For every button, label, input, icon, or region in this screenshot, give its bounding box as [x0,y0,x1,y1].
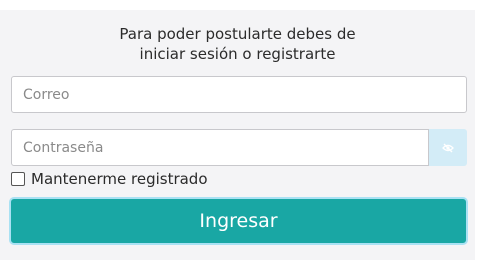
login-button[interactable]: Ingresar [9,197,468,245]
password-visibility-toggle[interactable] [429,129,467,166]
intro-line-2: iniciar sesión o registrarte [139,45,336,63]
eye-slash-icon [442,138,454,157]
remember-me-checkbox[interactable] [11,172,25,186]
remember-me-label: Mantenerme registrado [31,170,208,188]
login-intro: Para poder postularte debes de iniciar s… [0,24,475,64]
password-field[interactable] [11,129,429,166]
remember-me[interactable]: Mantenerme registrado [11,170,208,188]
email-field[interactable] [11,76,467,113]
intro-line-1: Para poder postularte debes de [119,25,356,43]
